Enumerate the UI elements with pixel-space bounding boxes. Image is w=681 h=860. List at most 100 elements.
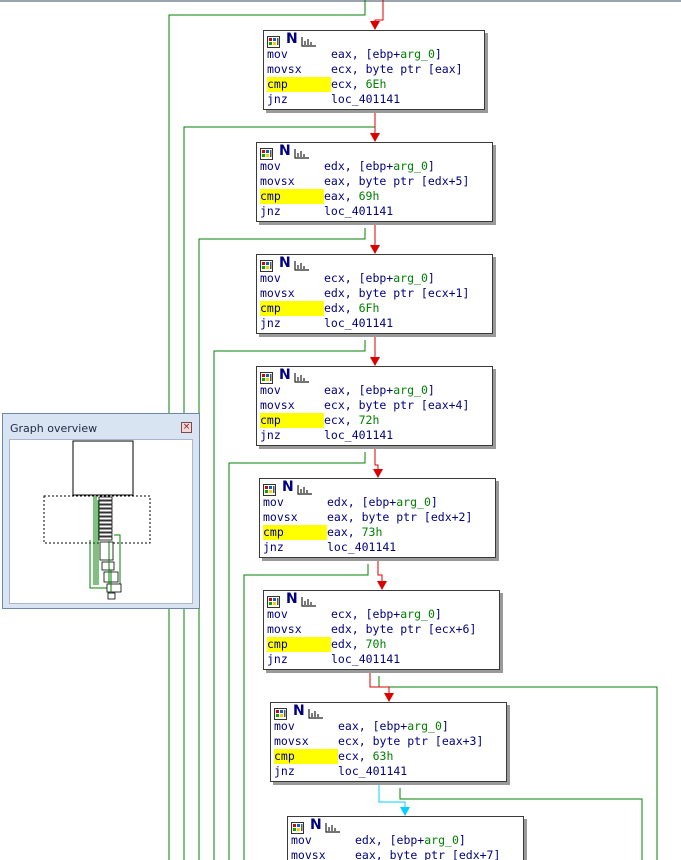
asm-line[interactable]: mov edx, [ebp+arg_0] bbox=[257, 159, 492, 174]
asm-line[interactable]: cmp eax, 69h bbox=[257, 189, 492, 204]
basic-block[interactable]: Nmov eax, [ebp+arg_0] movsx ecx, byte ptr [… bbox=[270, 702, 507, 782]
operand-tail: ] bbox=[458, 833, 466, 847]
chart-icon[interactable] bbox=[294, 257, 310, 271]
n-icon[interactable]: N bbox=[293, 703, 305, 719]
operand-symbol[interactable]: arg_0 bbox=[393, 159, 428, 173]
asm-line[interactable]: movsx eax, byte ptr [edx+2] bbox=[260, 510, 495, 525]
chart-icon[interactable] bbox=[301, 593, 317, 607]
basic-block[interactable]: Nmov ecx, [ebp+arg_0] movsx edx, byte ptr [… bbox=[256, 254, 493, 334]
chart-icon[interactable] bbox=[294, 145, 310, 159]
operand-symbol[interactable]: arg_0 bbox=[393, 383, 428, 397]
operand-symbol[interactable]: 63h bbox=[373, 749, 394, 763]
asm-line[interactable]: movsx eax, byte ptr [edx+7] bbox=[288, 848, 523, 860]
operand-symbol[interactable]: arg_0 bbox=[400, 47, 435, 61]
asm-line[interactable]: jnz loc_401141 bbox=[264, 92, 484, 107]
n-icon[interactable]: N bbox=[282, 479, 294, 495]
mnemonic: movsx bbox=[291, 848, 326, 860]
basic-block[interactable]: Nmov edx, [ebp+arg_0] movsx eax, byte ptr [… bbox=[287, 816, 524, 860]
grid-icon[interactable] bbox=[274, 705, 287, 720]
operand-symbol[interactable]: arg_0 bbox=[424, 833, 459, 847]
operand-symbol[interactable]: arg_0 bbox=[400, 607, 435, 621]
edge-selected bbox=[378, 784, 406, 810]
asm-line[interactable]: cmp eax, 73h bbox=[260, 525, 495, 540]
operand-symbol[interactable]: arg_0 bbox=[393, 271, 428, 285]
minimap-block bbox=[98, 496, 113, 501]
grid-icon[interactable] bbox=[263, 481, 276, 496]
operand-symbol[interactable]: 6Eh bbox=[366, 77, 387, 91]
graph-overview-minimap[interactable] bbox=[9, 439, 193, 604]
asm-line[interactable]: mov edx, [ebp+arg_0] bbox=[288, 833, 523, 848]
mnemonic: cmp bbox=[260, 413, 324, 428]
n-icon[interactable]: N bbox=[279, 143, 291, 159]
basic-block[interactable]: Nmov eax, [ebp+arg_0] movsx ecx, byte ptr [… bbox=[256, 366, 493, 446]
asm-line[interactable]: jnz loc_401141 bbox=[260, 540, 495, 555]
close-icon[interactable]: × bbox=[181, 422, 192, 433]
chart-icon[interactable] bbox=[301, 33, 317, 47]
n-icon[interactable]: N bbox=[279, 367, 291, 383]
basic-block[interactable]: Nmov eax, [ebp+arg_0] movsx ecx, byte ptr [… bbox=[263, 30, 485, 110]
asm-line[interactable]: mov edx, [ebp+arg_0] bbox=[260, 495, 495, 510]
asm-line[interactable]: movsx ecx, byte ptr [eax+4] bbox=[257, 398, 492, 413]
grid-icon[interactable] bbox=[260, 257, 273, 272]
n-icon[interactable]: N bbox=[279, 255, 291, 271]
asm-line[interactable]: mov ecx, [ebp+arg_0] bbox=[257, 271, 492, 286]
asm-line[interactable]: mov ecx, [ebp+arg_0] bbox=[264, 607, 499, 622]
operand-symbol[interactable]: 72h bbox=[359, 413, 380, 427]
operands: edx, bbox=[324, 301, 359, 315]
asm-line[interactable]: movsx eax, byte ptr [edx+5] bbox=[257, 174, 492, 189]
basic-block[interactable]: Nmov edx, [ebp+arg_0] movsx eax, byte ptr [… bbox=[256, 142, 493, 222]
basic-block[interactable]: Nmov ecx, [ebp+arg_0] movsx edx, byte ptr [… bbox=[263, 590, 500, 670]
asm-line[interactable]: jnz loc_401141 bbox=[257, 316, 492, 331]
graph-overview-panel[interactable]: Graph overview × bbox=[2, 413, 200, 609]
block-header: N bbox=[288, 817, 523, 834]
asm-line[interactable]: mov eax, [ebp+arg_0] bbox=[271, 719, 506, 734]
grid-icon[interactable] bbox=[260, 369, 273, 384]
grid-icon[interactable] bbox=[267, 33, 280, 48]
n-icon[interactable]: N bbox=[286, 591, 298, 607]
operand-symbol[interactable]: 6Fh bbox=[359, 301, 380, 315]
grid-icon[interactable] bbox=[260, 145, 273, 160]
asm-line[interactable]: mov eax, [ebp+arg_0] bbox=[264, 47, 484, 62]
operand-symbol[interactable]: arg_0 bbox=[407, 719, 442, 733]
minimap-block bbox=[99, 541, 114, 561]
operand-tail: ] bbox=[434, 47, 442, 61]
asm-line[interactable]: movsx ecx, byte ptr [eax+3] bbox=[271, 734, 506, 749]
graph-view[interactable]: Nmov eax, [ebp+arg_0] movsx ecx, byte ptr [… bbox=[0, 0, 681, 860]
chart-icon[interactable] bbox=[297, 481, 313, 495]
asm-line[interactable]: jnz loc_401141 bbox=[264, 652, 499, 667]
mnemonic: mov bbox=[260, 271, 281, 285]
chart-icon[interactable] bbox=[325, 819, 341, 833]
asm-line[interactable]: cmp ecx, 72h bbox=[257, 413, 492, 428]
mnemonic: movsx bbox=[267, 622, 302, 636]
operand-symbol[interactable]: 70h bbox=[366, 637, 387, 651]
asm-line[interactable]: mov eax, [ebp+arg_0] bbox=[257, 383, 492, 398]
minimap-svg[interactable] bbox=[10, 440, 192, 603]
minimap-block bbox=[106, 583, 122, 593]
operand-symbol[interactable]: 69h bbox=[359, 189, 380, 203]
asm-line[interactable]: cmp edx, 6Fh bbox=[257, 301, 492, 316]
asm-line[interactable]: cmp edx, 70h bbox=[264, 637, 499, 652]
grid-icon[interactable] bbox=[291, 819, 304, 834]
block-header: N bbox=[271, 703, 506, 720]
asm-line[interactable]: movsx edx, byte ptr [ecx+6] bbox=[264, 622, 499, 637]
chart-icon[interactable] bbox=[308, 705, 324, 719]
asm-line[interactable]: movsx edx, byte ptr [ecx+1] bbox=[257, 286, 492, 301]
asm-line[interactable]: jnz loc_401141 bbox=[271, 764, 506, 779]
block-header: N bbox=[264, 591, 499, 608]
minimap-block bbox=[98, 512, 113, 517]
n-icon[interactable]: N bbox=[310, 817, 322, 833]
operand-symbol[interactable]: arg_0 bbox=[396, 495, 431, 509]
asm-line[interactable]: jnz loc_401141 bbox=[257, 204, 492, 219]
block-header: N bbox=[257, 143, 492, 160]
chart-icon[interactable] bbox=[294, 369, 310, 383]
mnemonic: movsx bbox=[267, 62, 302, 76]
minimap-block bbox=[98, 504, 113, 509]
asm-line[interactable]: cmp ecx, 63h bbox=[271, 749, 506, 764]
n-icon[interactable]: N bbox=[286, 31, 298, 47]
basic-block[interactable]: Nmov edx, [ebp+arg_0] movsx eax, byte ptr [… bbox=[259, 478, 496, 558]
asm-line[interactable]: cmp ecx, 6Eh bbox=[264, 77, 484, 92]
grid-icon[interactable] bbox=[267, 593, 280, 608]
asm-line[interactable]: jnz loc_401141 bbox=[257, 428, 492, 443]
asm-line[interactable]: movsx ecx, byte ptr [eax] bbox=[264, 62, 484, 77]
operand-symbol[interactable]: 73h bbox=[362, 525, 383, 539]
